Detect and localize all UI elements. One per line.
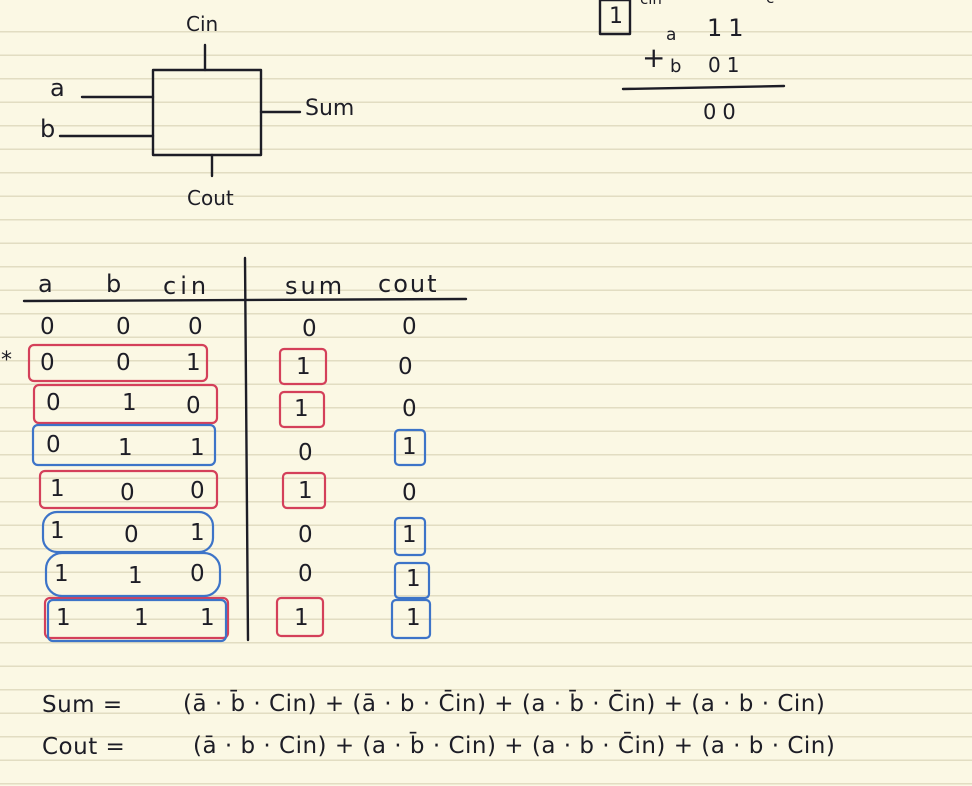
row-b-label: b: [670, 56, 682, 77]
header-sum: sum: [285, 272, 346, 300]
cell-cout: 1: [402, 434, 417, 460]
cell-sum: 1: [294, 396, 309, 422]
carry-label-2: c: [766, 0, 774, 6]
row-a-value: 11: [707, 14, 750, 42]
cell-sum: 0: [298, 522, 313, 548]
row-marker: *: [1, 348, 12, 373]
cell-b: 0: [116, 350, 131, 376]
cell-cout: 0: [402, 314, 417, 340]
cell-cout: 1: [406, 566, 421, 592]
sum-minterm-highlights: [27, 343, 328, 640]
cell-b: 1: [122, 390, 137, 416]
cell-cout: 0: [398, 354, 413, 380]
full-adder-diagram: [58, 43, 302, 178]
cout-minterm-highlights: [31, 423, 432, 643]
cell-a: 0: [46, 432, 61, 458]
carry-box-digit: 1: [609, 4, 623, 29]
addition-example: [598, 0, 786, 91]
cout-equation-lhs: Cout =: [42, 734, 126, 760]
cout-label: Cout: [187, 186, 234, 210]
cell-sum: 1: [294, 605, 309, 631]
cell-b: 0: [124, 522, 139, 548]
truth-table-lines: [22, 256, 468, 642]
cell-sum: 0: [298, 561, 313, 587]
cell-sum: 1: [296, 354, 311, 380]
cell-a: 0: [46, 390, 61, 416]
cin-label: Cin: [186, 12, 219, 36]
cell-a: 1: [50, 476, 65, 502]
sum-equation-lhs: Sum =: [42, 692, 123, 718]
cell-b: 1: [128, 563, 143, 589]
cout-equation-rhs: (ā · b · Cin) + (a · b̄ · Cin) + (a · b …: [193, 733, 836, 759]
header-b: b: [106, 270, 122, 298]
cell-a: 0: [40, 350, 55, 376]
cell-cin: 1: [190, 435, 205, 461]
cell-sum: 1: [298, 478, 313, 504]
input-b-label: b: [40, 115, 56, 143]
cell-sum: 0: [302, 316, 317, 342]
cell-a: 1: [50, 518, 65, 544]
cell-cin: 0: [190, 561, 205, 587]
cell-b: 1: [118, 435, 133, 461]
cell-cout: 1: [402, 522, 417, 548]
header-cout: cout: [378, 270, 439, 298]
header-a: a: [38, 270, 53, 298]
notebook-canvas: [22, 0, 786, 643]
cell-cin: 1: [186, 350, 201, 376]
sum-rule: [621, 84, 786, 91]
divider-line: [243, 256, 250, 642]
plus-sign: +: [642, 41, 666, 74]
cell-cin: 0: [186, 393, 201, 419]
adder-block: [151, 68, 263, 157]
cell-b: 0: [120, 480, 135, 506]
cell-b: 0: [116, 314, 131, 340]
header-cin: cin: [163, 272, 211, 300]
cell-sum: 0: [298, 440, 313, 466]
cell-cin: 0: [190, 478, 205, 504]
cell-cin: 0: [188, 314, 203, 340]
cell-cout: 1: [406, 605, 421, 631]
cell-a: 0: [40, 314, 55, 340]
addition-result: 00: [703, 100, 742, 124]
cell-cin: 1: [200, 605, 215, 631]
row-b-value: 01: [708, 53, 746, 77]
cell-a: 1: [56, 605, 71, 631]
cell-cout: 0: [402, 480, 417, 506]
input-a-label: a: [50, 74, 65, 102]
cell-cout: 0: [402, 396, 417, 422]
row-a-label: a: [666, 25, 677, 45]
cell-cin: 1: [190, 520, 205, 546]
carry-label: cin: [640, 0, 662, 7]
cell-a: 1: [54, 561, 69, 587]
cell-b: 1: [134, 605, 149, 631]
sum-output-label: Sum: [305, 96, 355, 121]
sum-equation-rhs: (ā · b̄ · Cin) + (ā · b · C̄in) + (a · b…: [183, 691, 826, 717]
